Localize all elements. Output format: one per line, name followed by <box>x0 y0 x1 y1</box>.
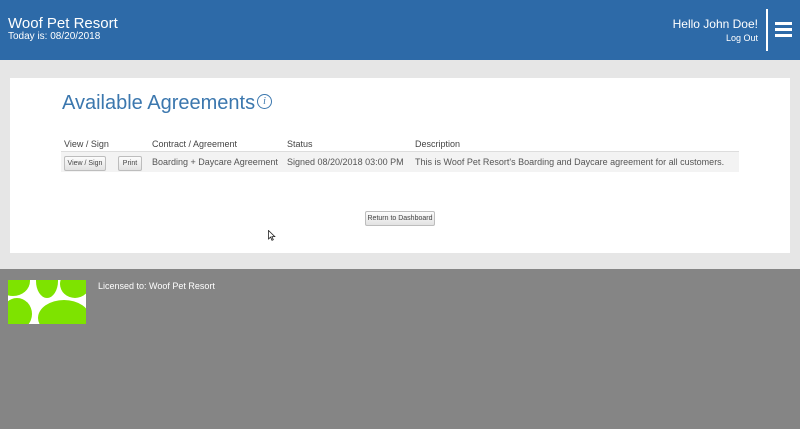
top-header: Woof Pet Resort Today is: 08/20/2018 Hel… <box>0 0 800 60</box>
print-button[interactable]: Print <box>118 156 142 171</box>
header-divider <box>766 9 768 51</box>
contract-name: Boarding + Daycare Agreement <box>152 157 278 167</box>
brand-name: Woof Pet Resort <box>8 15 118 32</box>
page-title: Available Agreements <box>62 92 256 114</box>
hamburger-icon[interactable] <box>775 22 792 38</box>
return-to-dashboard-button[interactable]: Return to Dashboard <box>365 211 435 226</box>
paw-pad-icon <box>8 280 30 296</box>
paw-pad-icon <box>38 300 86 324</box>
mouse-cursor-icon <box>268 230 276 241</box>
license-text: Licensed to: Woof Pet Resort <box>98 281 215 291</box>
paw-toe-icon <box>8 298 32 324</box>
column-header-view-sign: View / Sign <box>64 139 109 149</box>
view-sign-button[interactable]: View / Sign <box>64 156 106 171</box>
paw-logo <box>8 280 86 324</box>
column-header-contract: Contract / Agreement <box>152 139 238 149</box>
agreement-description: This is Woof Pet Resort's Boarding and D… <box>415 157 725 167</box>
paw-toe-icon <box>36 280 58 298</box>
agreement-status: Signed 08/20/2018 03:00 PM <box>287 157 404 167</box>
column-header-description: Description <box>415 139 461 149</box>
paw-toe-icon <box>60 280 86 298</box>
column-header-status: Status <box>287 139 313 149</box>
agreements-panel: Available Agreements i View / Sign Contr… <box>10 78 790 253</box>
logout-link[interactable]: Log Out <box>726 33 758 43</box>
info-icon[interactable]: i <box>257 94 272 109</box>
user-greeting: Hello John Doe! <box>672 17 758 31</box>
today-date: Today is: 08/20/2018 <box>8 31 101 42</box>
